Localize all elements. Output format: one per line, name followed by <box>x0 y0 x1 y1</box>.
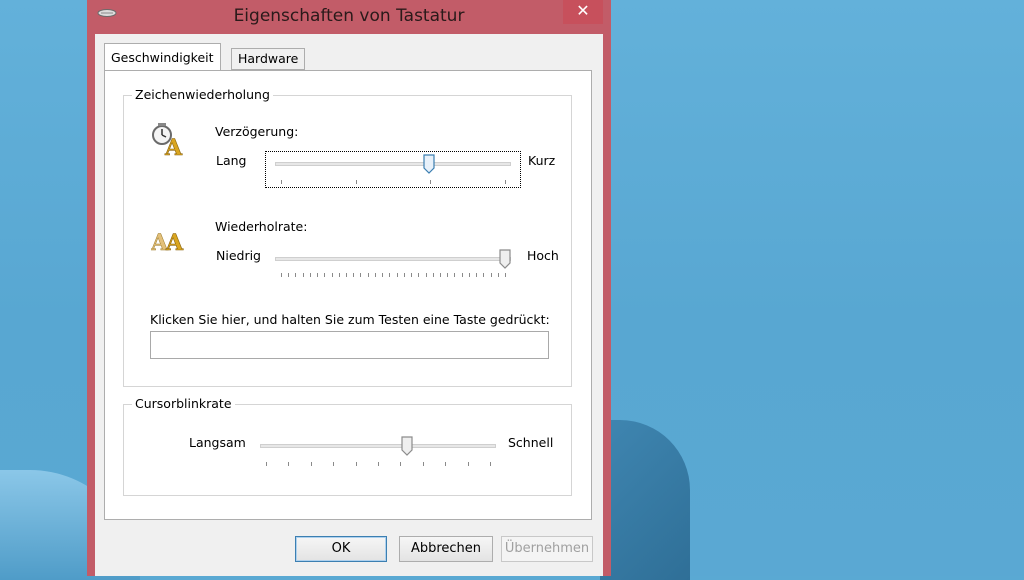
close-icon: ✕ <box>576 1 590 20</box>
slider-tick <box>310 462 312 466</box>
delay-min-label: Lang <box>216 153 247 168</box>
slider-tick <box>476 273 478 277</box>
delay-slider-track <box>275 162 511 166</box>
slider-tick <box>338 273 340 277</box>
cancel-button[interactable]: Abbrechen <box>399 536 493 562</box>
tab-panel-geschwindigkeit: Zeichenwiederholung A Verzögerung: Lang … <box>104 70 592 520</box>
slider-tick <box>382 273 384 277</box>
slider-tick <box>483 273 485 277</box>
slider-tick <box>454 273 456 277</box>
slider-tick <box>461 273 463 277</box>
desktop-fold-shape <box>600 420 690 580</box>
slider-tick <box>505 273 506 277</box>
slider-tick <box>430 180 432 184</box>
slider-tick <box>360 273 362 277</box>
slider-tick <box>400 462 402 466</box>
rate-slider-track <box>275 257 511 261</box>
rate-min-label: Niedrig <box>216 248 261 263</box>
blink-slider-track <box>260 444 496 448</box>
delay-slider-ticks <box>275 180 511 186</box>
slider-tick <box>396 273 398 277</box>
slider-tick <box>497 273 499 277</box>
ok-button[interactable]: OK <box>295 536 387 562</box>
slider-tick <box>266 462 267 466</box>
slider-tick <box>288 462 290 466</box>
slider-tick <box>374 273 376 277</box>
slider-tick <box>411 273 413 277</box>
slider-tick <box>333 462 335 466</box>
slider-tick <box>418 273 420 277</box>
apply-button[interactable]: Übernehmen <box>501 536 593 562</box>
blink-max-label: Schnell <box>508 435 554 450</box>
key-test-input[interactable] <box>150 331 549 359</box>
slider-tick <box>468 273 470 277</box>
slider-tick <box>490 462 491 466</box>
blink-slider-thumb[interactable] <box>401 436 413 456</box>
rate-slider[interactable] <box>275 249 511 283</box>
blink-slider-ticks <box>260 462 496 468</box>
slider-tick <box>355 462 357 466</box>
slider-tick <box>295 273 297 277</box>
dialog-client-area: Geschwindigkeit Hardware Zeichenwiederho… <box>95 34 603 576</box>
slider-tick <box>288 273 290 277</box>
close-button[interactable]: ✕ <box>563 0 603 24</box>
delay-clock-a-icon: A <box>152 123 183 157</box>
slider-tick <box>331 273 333 277</box>
keyboard-properties-window: Eigenschaften von Tastatur ✕ Geschwindig… <box>87 0 611 576</box>
blink-min-label: Langsam <box>189 435 246 450</box>
slider-tick <box>355 180 357 184</box>
repeat-group-label: Zeichenwiederholung <box>132 87 273 102</box>
rate-slider-thumb[interactable] <box>499 249 511 269</box>
slider-tick <box>346 273 348 277</box>
slider-tick <box>302 273 304 277</box>
slider-tick <box>309 273 311 277</box>
rate-label: Wiederholrate: <box>215 219 308 234</box>
slider-tick <box>432 273 434 277</box>
slider-tick <box>467 462 469 466</box>
window-title: Eigenschaften von Tastatur <box>233 6 465 26</box>
slider-tick <box>422 462 424 466</box>
slider-tick <box>505 180 506 184</box>
delay-max-label: Kurz <box>528 153 556 168</box>
slider-tick <box>353 273 355 277</box>
slider-tick <box>439 273 441 277</box>
slider-tick <box>445 462 447 466</box>
rate-max-label: Hoch <box>527 248 559 263</box>
cursor-blink-group-label: Cursorblinkrate <box>132 396 235 411</box>
rate-slider-ticks <box>275 273 511 279</box>
svg-text:A: A <box>165 230 184 254</box>
slider-tick <box>367 273 369 277</box>
repeat-groupbox: Zeichenwiederholung A Verzögerung: Lang … <box>123 87 572 387</box>
svg-text:A: A <box>164 135 183 157</box>
tab-geschwindigkeit[interactable]: Geschwindigkeit <box>104 43 221 70</box>
slider-tick <box>403 273 405 277</box>
slider-tick <box>378 462 379 466</box>
delay-label: Verzögerung: <box>215 124 299 139</box>
cursor-blink-groupbox: Cursorblinkrate Langsam Schnell <box>123 396 572 496</box>
slider-tick <box>324 273 326 277</box>
repeat-rate-aa-icon: A A <box>151 230 184 254</box>
cursor-blink-slider[interactable] <box>260 436 496 470</box>
slider-tick <box>281 180 282 184</box>
slider-tick <box>425 273 427 277</box>
title-bar[interactable]: Eigenschaften von Tastatur ✕ <box>87 0 611 34</box>
slider-tick <box>281 273 282 277</box>
delay-slider-thumb[interactable] <box>423 154 435 174</box>
tab-hardware[interactable]: Hardware <box>231 48 306 70</box>
slider-tick <box>317 273 319 277</box>
slider-tick <box>389 273 391 277</box>
test-field-label: Klicken Sie hier, und halten Sie zum Tes… <box>150 312 550 327</box>
slider-tick <box>447 273 449 277</box>
slider-tick <box>490 273 492 277</box>
delay-slider[interactable] <box>275 154 511 188</box>
